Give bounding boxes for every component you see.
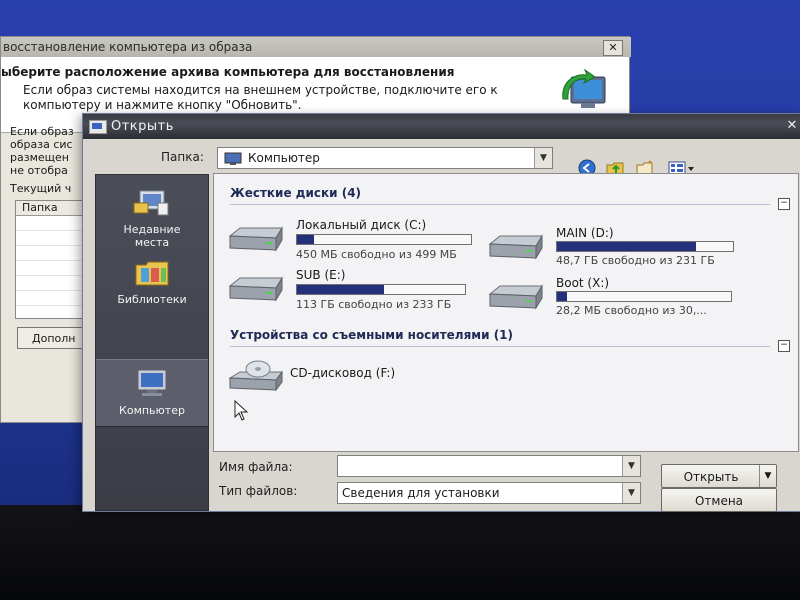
group-divider [230,346,770,347]
place-computer[interactable]: Компьютер [96,359,208,427]
chevron-down-icon[interactable]: ▼ [759,465,776,487]
chevron-down-icon[interactable]: ▼ [534,148,552,168]
wizard-body-line: размещен [10,151,69,164]
drive-free-space: 113 ГБ свободно из 233 ГБ [296,298,452,311]
hard-drive-icon [488,234,543,260]
folder-select-value: Компьютер [248,151,320,165]
place-label: Библиотеки [117,293,187,306]
place-label: Недавние [123,223,181,236]
wizard-body-line: не отобра [10,164,68,177]
wizard-close-button[interactable]: ✕ [603,40,623,56]
drive-item-d[interactable]: MAIN (D:) 48,7 ГБ свободно из 231 ГБ [486,224,776,268]
group-divider [230,204,770,205]
wizard-subheading-line1: Если образ системы находится на внешнем … [23,83,498,97]
dialog-titlebar: Открыть ✕ [83,114,800,139]
drive-usage-bar [556,241,734,252]
dialog-title: Открыть [111,119,174,134]
mouse-cursor-icon [234,400,249,421]
table-row [16,231,86,246]
drive-item-cd[interactable]: CD-дисковод (F:) [226,356,466,400]
table-row [16,246,86,261]
table-row [16,291,86,306]
hard-drive-icon [228,226,283,252]
wizard-subheading-line2: компьютеру и нажмите кнопку "Обновить". [23,98,302,112]
wizard-archive-table[interactable]: Папка [15,200,87,319]
collapse-icon[interactable]: − [778,340,790,352]
drive-free-space: 48,7 ГБ свободно из 231 ГБ [556,254,715,267]
recent-places-icon [133,190,169,216]
open-file-dialog: Открыть ✕ Папка: Компьютер ▼ Недавние ме… [82,113,800,512]
drive-name: CD-дисковод (F:) [290,366,396,380]
computer-icon [224,152,242,165]
drive-name: SUB (E:) [296,268,346,282]
drive-name: Boot (X:) [556,276,610,290]
wizard-table-header-folder[interactable]: Папка [16,201,86,216]
chevron-down-icon[interactable]: ▼ [622,483,640,503]
wizard-body-text: Если образ образа сис размещен не отобра [10,125,74,177]
table-row [16,216,86,231]
drive-usage-fill [297,235,315,244]
table-row [16,261,86,276]
drive-usage-bar [296,284,466,295]
drive-usage-fill [557,242,697,251]
drive-item-e[interactable]: SUB (E:) 113 ГБ свободно из 233 ГБ [226,264,486,311]
filetype-label: Тип файлов: [219,484,298,498]
computer-icon [137,369,167,396]
folder-select[interactable]: Компьютер ▼ [217,147,553,169]
drive-usage-bar [556,291,732,302]
cd-drive-icon [228,360,283,392]
group-header-hard-disks[interactable]: Жесткие диски (4) [230,186,361,200]
table-row [16,276,86,291]
open-button-label: Открыть [683,470,739,484]
place-recent[interactable]: Недавние места [96,181,208,249]
drive-free-space: 28,2 МБ свободно из 30,... [556,304,707,317]
place-label: Компьютер [119,404,185,417]
wizard-body-line: образа сис [10,138,73,151]
hard-drive-icon [488,284,543,310]
drive-usage-fill [297,285,385,294]
drive-name: Локальный диск (C:) [296,218,427,232]
folder-label: Папка: [161,150,204,164]
drive-item-x[interactable]: Boot (X:) 28,2 МБ свободно из 30,... [486,274,776,318]
wizard-subheading: Если образ системы находится на внешнем … [23,83,498,113]
place-label: места [134,236,170,249]
drive-item-c[interactable]: Локальный диск (C:) 450 МБ свободно из 4… [226,214,486,261]
group-header-removable[interactable]: Устройства со съемными носителями (1) [230,328,513,342]
libraries-icon [135,261,169,286]
monitor-bezel [0,505,800,600]
drive-free-space: 450 МБ свободно из 499 МБ [296,248,457,261]
dialog-close-button[interactable]: ✕ [785,118,799,134]
hard-drive-icon [228,276,283,302]
drive-usage-fill [557,292,568,301]
restore-computer-icon [562,69,606,108]
cancel-button[interactable]: Отмена [661,488,777,512]
place-libraries[interactable]: Библиотеки [96,251,208,317]
drive-usage-bar [296,234,472,245]
wizard-body-line: Если образ [10,125,74,138]
collapse-icon[interactable]: − [778,198,790,210]
chevron-down-icon[interactable]: ▼ [622,456,640,476]
drive-name: MAIN (D:) [556,226,614,240]
file-list-view[interactable]: Жесткие диски (4) − Локальный диск (C:) … [213,173,799,452]
wizard-title: восстановление компьютера из образа [1,37,631,57]
wizard-heading: ыберите расположение архива компьютера д… [1,65,455,79]
filetype-select[interactable]: Сведения для установки ▼ [337,482,641,504]
open-button[interactable]: Открыть ▼ [661,464,777,488]
wizard-current-label: Текущий ч [10,182,72,195]
filename-label: Имя файла: [219,460,293,474]
filename-input[interactable]: ▼ [337,455,641,477]
filetype-value: Сведения для установки [342,486,500,500]
places-bar: Недавние места Библиотеки Компьютер [95,174,209,511]
wizard-more-button[interactable]: Дополн [17,327,87,349]
window-icon [89,120,107,134]
